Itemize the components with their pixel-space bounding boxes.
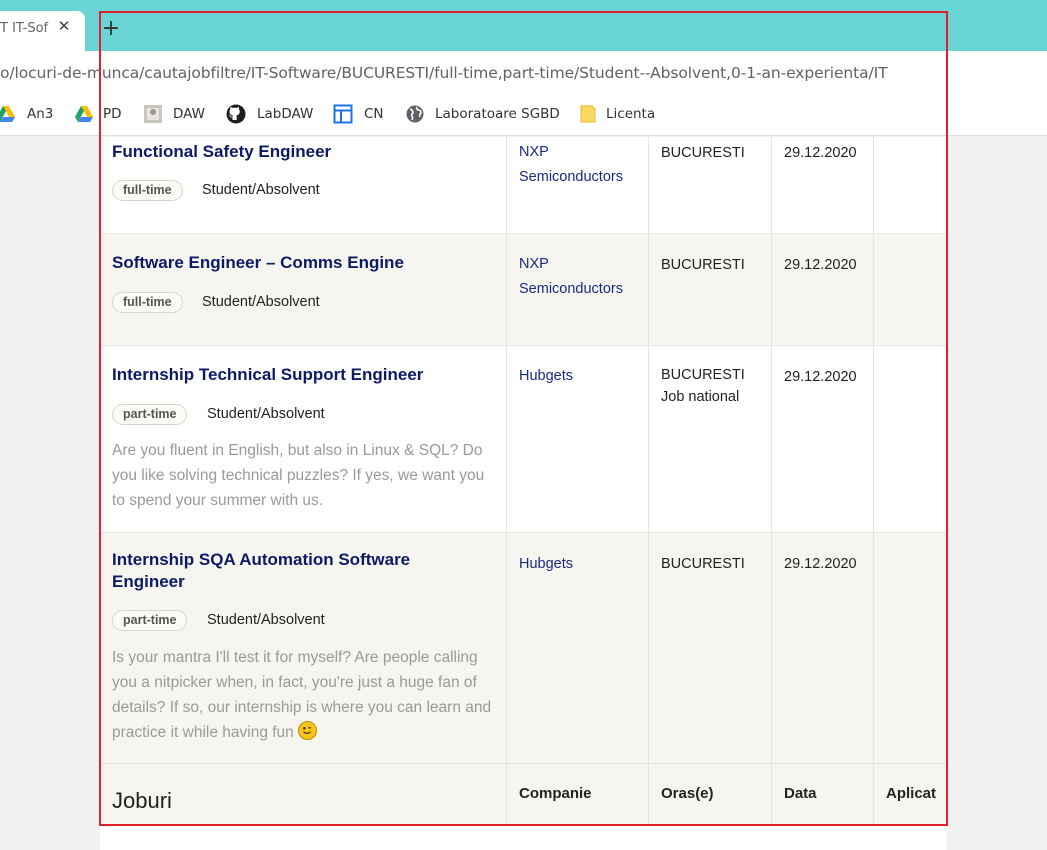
job-city: BUCURESTI bbox=[661, 145, 745, 161]
job-description: Are you fluent in English, but also in L… bbox=[112, 442, 485, 509]
column-divider bbox=[771, 764, 772, 824]
column-header-company[interactable]: Companie bbox=[519, 785, 592, 802]
bookmark-an3[interactable]: An3 bbox=[0, 104, 60, 124]
tab-title: T IT-Sof bbox=[0, 21, 49, 36]
bookmark-daw[interactable]: DAW bbox=[143, 104, 211, 124]
job-date: 29.12.2020 bbox=[784, 369, 857, 385]
job-title-link[interactable]: Software Engineer – Comms Engine bbox=[112, 252, 452, 274]
bookmarks-bar: An3 PD DAW LabDAW CN Laboratoare SGBD Li… bbox=[0, 93, 1047, 136]
job-listing-table: Functional Safety Engineer full-time Stu… bbox=[100, 137, 947, 850]
column-divider bbox=[506, 234, 507, 345]
job-level: Student/Absolvent bbox=[202, 182, 320, 198]
column-divider bbox=[648, 137, 649, 233]
bookmark-cn[interactable]: CN bbox=[333, 104, 388, 124]
job-city: BUCURESTI bbox=[661, 556, 745, 572]
job-type-badge: full-time bbox=[112, 180, 183, 201]
column-divider bbox=[771, 234, 772, 345]
job-type-badge: part-time bbox=[112, 404, 188, 425]
github-icon bbox=[226, 104, 246, 124]
job-type-badge: part-time bbox=[112, 610, 188, 631]
column-divider bbox=[873, 533, 874, 763]
column-header-apply[interactable]: Aplicat bbox=[886, 785, 936, 802]
browser-tab[interactable]: T IT-Sof ✕ bbox=[0, 11, 85, 51]
job-date: 29.12.2020 bbox=[784, 556, 857, 572]
column-divider bbox=[506, 137, 507, 233]
job-type-badge: full-time bbox=[112, 292, 183, 313]
table-row: Software Engineer – Comms Engine full-ti… bbox=[100, 234, 947, 346]
table-footer-row: Joburi Companie Oras(e) Data Aplicat bbox=[100, 764, 947, 824]
column-divider bbox=[648, 533, 649, 763]
sticky-note-icon bbox=[580, 105, 596, 123]
url-text[interactable]: o/locuri-de-munca/cautajobfiltre/IT-Soft… bbox=[0, 64, 888, 82]
job-city: Job national bbox=[661, 389, 740, 405]
column-divider bbox=[648, 234, 649, 345]
table-icon bbox=[333, 104, 353, 124]
new-tab-button[interactable]: + bbox=[100, 18, 122, 40]
column-divider bbox=[648, 346, 649, 532]
job-city: BUCURESTI bbox=[661, 257, 745, 273]
bookmark-label: CN bbox=[364, 106, 384, 122]
column-header-date[interactable]: Data bbox=[784, 785, 817, 802]
column-divider bbox=[648, 764, 649, 824]
job-title-link[interactable]: Internship Technical Support Engineer bbox=[112, 364, 452, 386]
bookmark-laboratoare-sgbd[interactable]: Laboratoare SGBD bbox=[405, 104, 565, 124]
job-city: BUCURESTI bbox=[661, 367, 745, 383]
bookmark-licenta[interactable]: Licenta bbox=[578, 104, 658, 124]
job-date: 29.12.2020 bbox=[784, 257, 857, 273]
bookmark-label: An3 bbox=[27, 106, 54, 122]
bookmark-label: LabDAW bbox=[257, 106, 314, 122]
column-divider bbox=[873, 137, 874, 233]
column-divider bbox=[506, 346, 507, 532]
bookmark-label: Laboratoare SGBD bbox=[435, 106, 560, 122]
column-divider bbox=[506, 533, 507, 763]
job-level: Student/Absolvent bbox=[207, 406, 325, 422]
job-level: Student/Absolvent bbox=[207, 612, 325, 628]
table-row: Internship SQA Automation Software Engin… bbox=[100, 533, 947, 764]
column-divider bbox=[771, 137, 772, 233]
column-divider bbox=[873, 346, 874, 532]
table-row: Functional Safety Engineer full-time Stu… bbox=[100, 137, 947, 234]
column-divider bbox=[771, 533, 772, 763]
google-drive-icon bbox=[0, 106, 15, 122]
address-bar[interactable]: o/locuri-de-munca/cautajobfiltre/IT-Soft… bbox=[0, 51, 1047, 93]
bookmark-label: PD bbox=[103, 106, 122, 122]
column-divider bbox=[506, 764, 507, 824]
google-drive-icon bbox=[75, 106, 93, 122]
globe-icon bbox=[406, 105, 424, 123]
column-divider bbox=[771, 346, 772, 532]
job-description: Is your mantra I'll test it for myself? … bbox=[112, 645, 497, 745]
bookmark-label: Licenta bbox=[606, 106, 656, 122]
winking-face-icon bbox=[298, 721, 318, 740]
company-link[interactable]: Hubgets bbox=[519, 364, 644, 389]
tab-strip: T IT-Sof ✕ + bbox=[0, 0, 1047, 51]
bookmark-labdaw[interactable]: LabDAW bbox=[226, 104, 316, 124]
column-divider bbox=[873, 234, 874, 345]
table-row: Internship Technical Support Engineer pa… bbox=[100, 346, 947, 533]
company-link[interactable]: NXP Semiconductors bbox=[519, 140, 644, 190]
job-date: 29.12.2020 bbox=[784, 145, 857, 161]
job-title-link[interactable]: Functional Safety Engineer bbox=[112, 141, 452, 163]
company-link[interactable]: NXP Semiconductors bbox=[519, 252, 644, 302]
job-level: Student/Absolvent bbox=[202, 294, 320, 310]
image-thumbnail-icon bbox=[144, 105, 162, 123]
column-divider bbox=[873, 764, 874, 824]
job-title-link[interactable]: Internship SQA Automation Software Engin… bbox=[112, 549, 452, 593]
bookmark-pd[interactable]: PD bbox=[74, 104, 124, 124]
column-header-city[interactable]: Oras(e) bbox=[661, 785, 714, 802]
table-title: Joburi bbox=[112, 788, 172, 813]
company-link[interactable]: Hubgets bbox=[519, 552, 644, 577]
close-tab-icon[interactable]: ✕ bbox=[55, 17, 73, 35]
bookmark-label: DAW bbox=[173, 106, 206, 122]
